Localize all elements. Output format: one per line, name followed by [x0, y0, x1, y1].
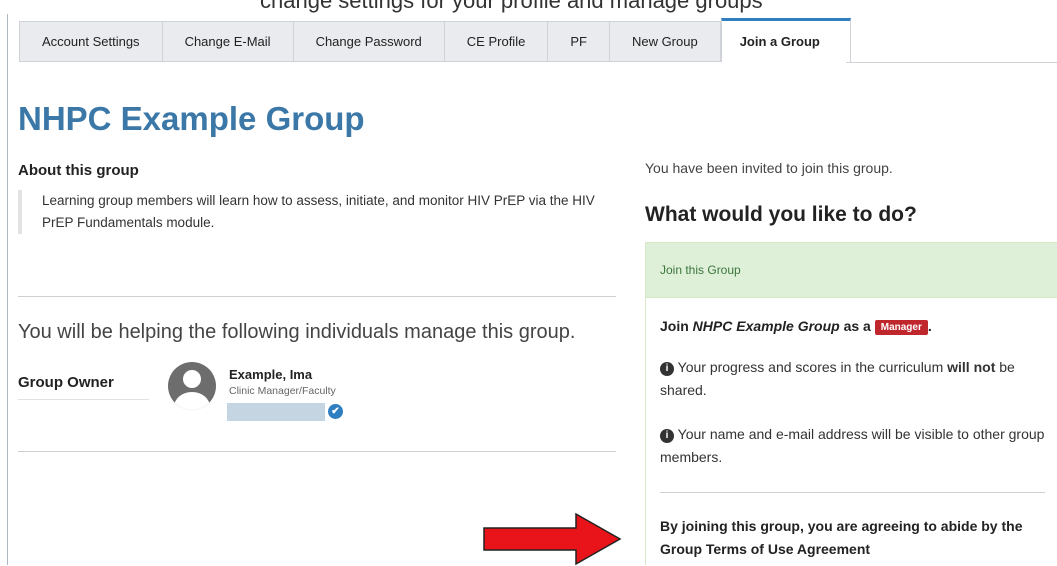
tab-change-email[interactable]: Change E-Mail: [161, 21, 293, 62]
cropped-header-text: change settings for your profile and man…: [260, 0, 763, 13]
page-title: NHPC Example Group: [18, 100, 365, 137]
join-suffix: .: [927, 318, 932, 334]
privacy-note-visibility: i Your name and e-mail address will be v…: [660, 423, 1045, 469]
join-as: as a: [839, 318, 875, 334]
tabs-baseline: [846, 62, 1057, 63]
privacy-note-progress: i Your progress and scores in the curric…: [660, 356, 1045, 402]
avatar-shoulders: [174, 392, 210, 410]
divider: [18, 451, 616, 452]
tab-join-a-group[interactable]: Join a Group: [720, 18, 851, 62]
owner-label-underline: [18, 399, 149, 400]
join-summary: Join NHPC Example Group as a Manager.: [660, 318, 932, 335]
role-badge: Manager: [874, 320, 928, 335]
note2-text: Your name and e-mail address will be vis…: [660, 426, 1045, 465]
owner-role: Clinic Manager/Faculty: [229, 385, 336, 397]
join-prefix: Join: [660, 318, 693, 334]
action-question: What would you like to do?: [645, 203, 917, 226]
tab-pf[interactable]: PF: [547, 21, 609, 62]
group-owner-label: Group Owner: [18, 374, 114, 391]
info-icon: i: [660, 429, 674, 443]
note1-emphasis: will not: [947, 359, 996, 375]
cropped-header-strip: change settings for your profile and man…: [0, 0, 1057, 14]
note1-start: Your progress and scores in the curricul…: [674, 359, 948, 375]
join-group-panel: Join this Group Join NHPC Example Group …: [645, 242, 1057, 565]
owner-name: Example, Ima: [229, 367, 313, 382]
about-heading: About this group: [18, 162, 139, 179]
divider: [660, 492, 1045, 493]
check-circle-icon: ✔: [328, 404, 343, 419]
tab-ce-profile[interactable]: CE Profile: [443, 21, 548, 62]
join-group-name: NHPC Example Group: [692, 318, 840, 334]
avatar: [168, 362, 216, 410]
settings-tabs: Account Settings Change E-Mail Change Pa…: [19, 18, 851, 63]
arrow-right-icon: [483, 512, 622, 566]
divider: [18, 296, 616, 297]
panel-header[interactable]: Join this Group: [646, 243, 1057, 298]
managers-intro: You will be helping the following indivi…: [18, 321, 576, 343]
tab-change-password[interactable]: Change Password: [292, 21, 444, 62]
owner-status-bar: [227, 403, 325, 421]
tab-new-group[interactable]: New Group: [608, 21, 721, 62]
panel-header-label: Join this Group: [660, 263, 741, 277]
terms-agreement: By joining this group, you are agreeing …: [660, 518, 1023, 557]
invitation-status: You have been invited to join this group…: [645, 160, 893, 176]
avatar-head: [183, 370, 201, 388]
info-icon: i: [660, 362, 674, 376]
about-description: Learning group members will learn how to…: [18, 190, 608, 234]
tab-account-settings[interactable]: Account Settings: [19, 21, 162, 62]
